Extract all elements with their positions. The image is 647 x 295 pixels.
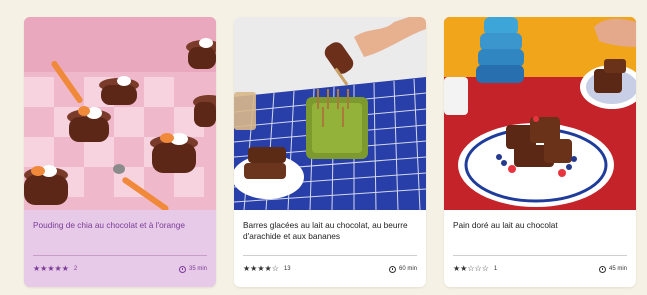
clock-icon: [178, 265, 186, 273]
rating-count: 13: [283, 266, 291, 272]
recipe-image[interactable]: [234, 17, 426, 210]
rating: ★★☆☆☆ 1: [453, 265, 497, 273]
prep-time: 60 min: [388, 265, 417, 273]
divider: [33, 255, 207, 256]
rating-stars: ★★★★☆: [243, 264, 279, 273]
prep-time: 35 min: [178, 265, 207, 273]
clock-icon: [598, 265, 606, 273]
recipe-card[interactable]: Pouding de chia au chocolat et à l'orang…: [24, 17, 216, 287]
rating: ★★★★☆ 13: [243, 265, 291, 273]
prep-time-label: 60 min: [398, 266, 417, 272]
recipe-meta: ★★☆☆☆ 1 45 min: [453, 265, 627, 273]
recipe-card[interactable]: Barres glacées au lait au chocolat, au b…: [234, 17, 426, 287]
recipe-card-list: Pouding de chia au chocolat et à l'orang…: [24, 17, 636, 287]
recipe-title[interactable]: Barres glacées au lait au chocolat, au b…: [243, 220, 417, 241]
rating: ★★★★★ 2: [33, 265, 77, 273]
rating-count: 1: [493, 266, 498, 272]
divider: [243, 255, 417, 256]
prep-time-label: 35 min: [188, 266, 207, 272]
recipe-meta: ★★★★☆ 13 60 min: [243, 265, 417, 273]
divider: [453, 255, 627, 256]
prep-time-label: 45 min: [608, 266, 627, 272]
recipe-meta: ★★★★★ 2 35 min: [33, 265, 207, 273]
recipe-image[interactable]: [444, 17, 636, 210]
clock-icon: [388, 265, 396, 273]
rating-stars: ★★☆☆☆: [453, 264, 489, 273]
recipe-title[interactable]: Pouding de chia au chocolat et à l'orang…: [33, 220, 207, 231]
recipe-image[interactable]: [24, 17, 216, 210]
prep-time: 45 min: [598, 265, 627, 273]
rating-count: 2: [73, 266, 78, 272]
rating-stars: ★★★★★: [33, 264, 69, 273]
recipe-card[interactable]: Pain doré au lait au chocolat ★★☆☆☆ 1 45…: [444, 17, 636, 287]
recipe-title[interactable]: Pain doré au lait au chocolat: [453, 220, 627, 231]
